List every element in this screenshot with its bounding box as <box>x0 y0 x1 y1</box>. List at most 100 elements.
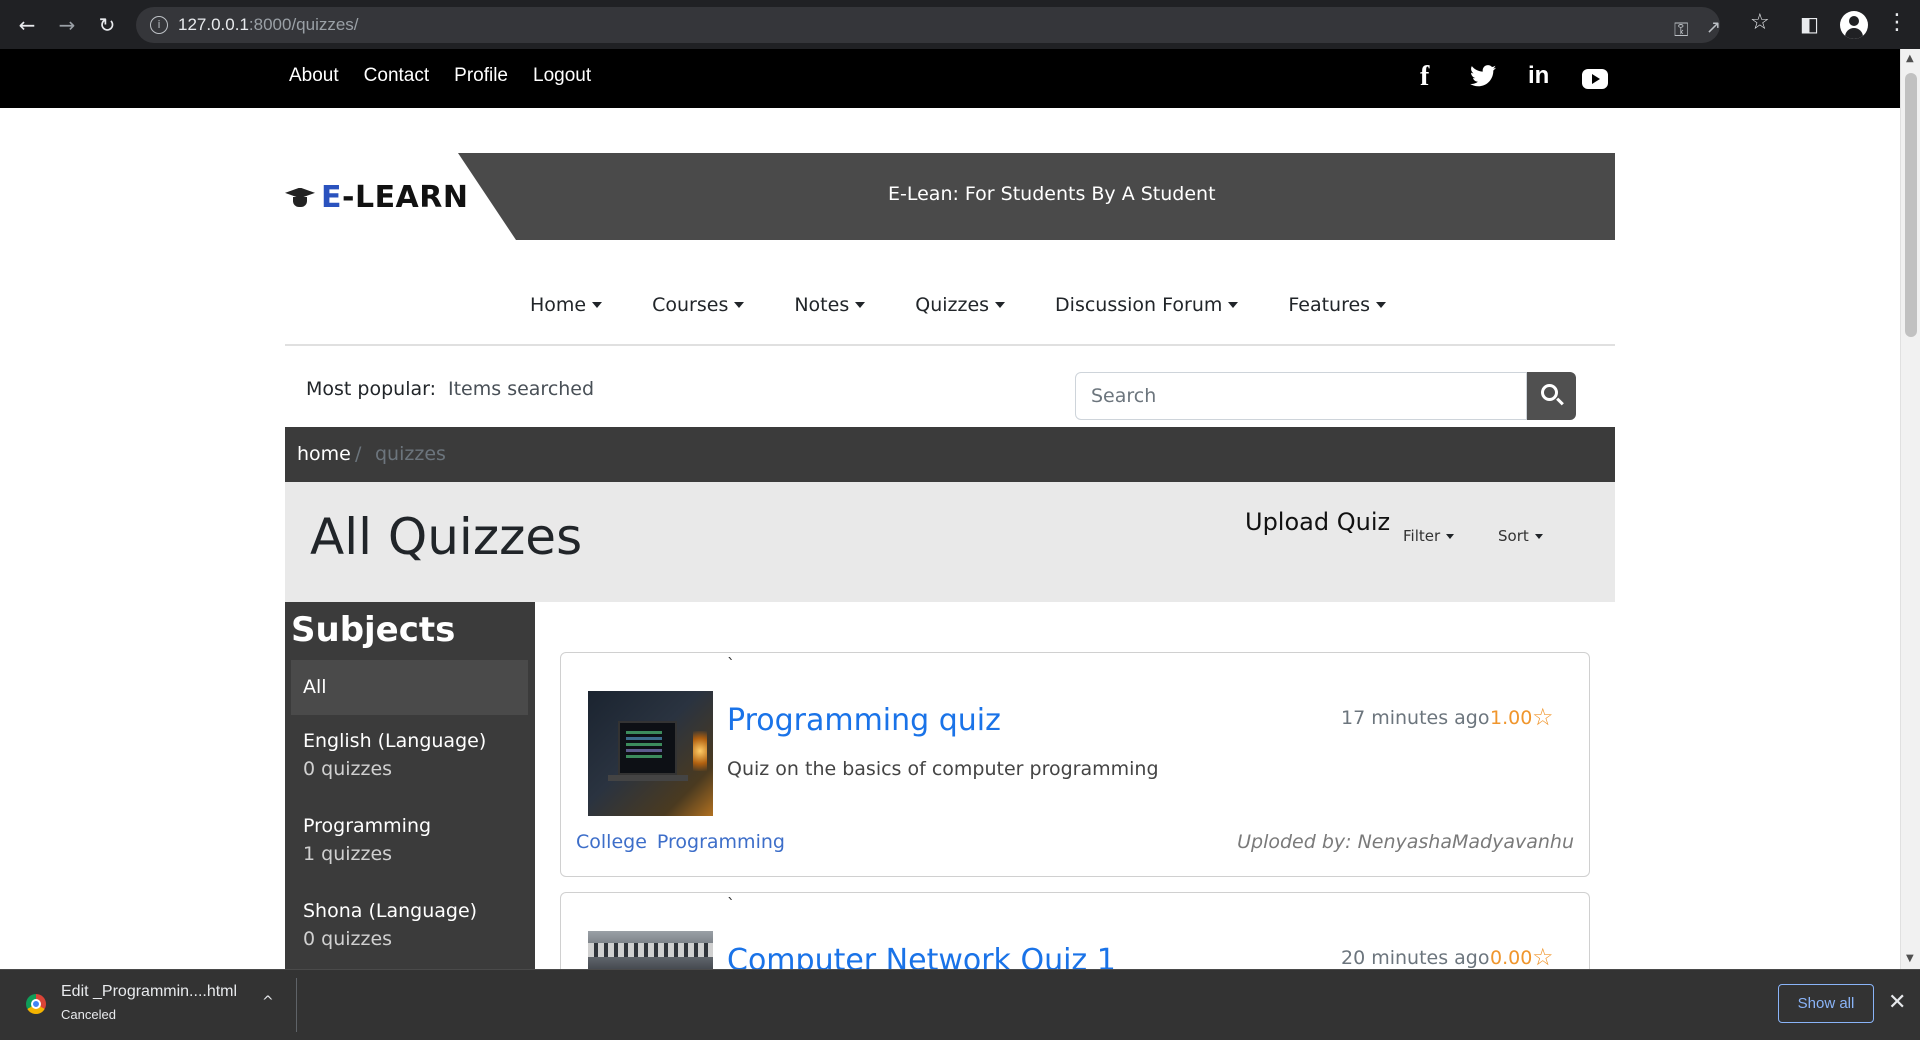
star-icon[interactable]: ☆ <box>1532 703 1554 731</box>
most-popular: Most popular: Items searched <box>306 378 594 400</box>
nav-discussion-forum-label: Discussion Forum <box>1055 294 1223 316</box>
top-links: About Contact Profile Logout <box>289 65 591 87</box>
nav-notes-label: Notes <box>794 294 850 316</box>
chevron-down-icon <box>995 302 1006 308</box>
chevron-up-icon[interactable]: ^ <box>262 994 274 1010</box>
nav-courses[interactable]: Courses <box>652 294 745 316</box>
chevron-down-icon <box>592 302 603 308</box>
upload-quiz-button[interactable]: Upload Quiz <box>1245 508 1390 536</box>
filter-dropdown[interactable]: Filter <box>1403 527 1455 545</box>
logout-link[interactable]: Logout <box>533 65 591 87</box>
download-status: Canceled <box>61 1007 116 1022</box>
quiz-title[interactable]: Computer Network Quiz 1 <box>727 943 1116 969</box>
quiz-rating: 0.00 <box>1490 947 1533 969</box>
code-lines <box>626 731 662 734</box>
browser-toolbar: ← → ↻ i 127.0.0.1:8000/quizzes/ ⚿ ↗ ☆ ◧ … <box>0 0 1920 49</box>
download-bar: Edit _Programmin....html Canceled ^ Show… <box>0 969 1920 1040</box>
url-text[interactable]: 127.0.0.1:8000/quizzes/ <box>178 15 359 35</box>
header-banner: E-Lean: For Students By A Student <box>458 153 1615 240</box>
scroll-down-arrow-icon[interactable]: ▼ <box>1906 953 1914 964</box>
facebook-icon[interactable]: f <box>1420 61 1429 93</box>
youtube-icon[interactable] <box>1582 69 1608 89</box>
subject-all-label: All <box>303 676 327 698</box>
most-popular-label: Most popular: <box>306 378 436 400</box>
nav-features-label: Features <box>1288 294 1371 316</box>
chevron-down-icon <box>1228 302 1239 308</box>
nav-quizzes-label: Quizzes <box>915 294 990 316</box>
tag-programming[interactable]: Programming <box>657 831 785 853</box>
breadcrumb: home / quizzes <box>285 427 1615 482</box>
subject-programming[interactable]: Programming 1 quizzes <box>303 815 431 865</box>
search-icon <box>1541 384 1558 401</box>
menu-dots-icon[interactable]: ⋮ <box>1886 10 1908 35</box>
sort-dropdown[interactable]: Sort <box>1498 527 1543 545</box>
close-icon[interactable]: ✕ <box>1888 990 1906 1015</box>
chevron-down-icon <box>734 302 745 308</box>
quiz-title[interactable]: Programming quiz <box>727 703 1001 738</box>
page-header: All Quizzes Upload Quiz Filter Sort <box>285 482 1615 602</box>
share-icon[interactable]: ↗ <box>1706 17 1721 38</box>
bookmark-star-icon[interactable]: ☆ <box>1750 10 1770 35</box>
search-button[interactable] <box>1527 372 1576 420</box>
nav-notes[interactable]: Notes <box>794 294 866 316</box>
most-popular-value[interactable]: Items searched <box>448 378 594 400</box>
quiz-thumbnail[interactable] <box>588 931 713 969</box>
quiz-thumbnail[interactable] <box>588 691 713 816</box>
breadcrumb-home[interactable]: home <box>297 443 351 465</box>
main-navigation: Home Courses Notes Quizzes Discussion Fo… <box>530 294 1436 316</box>
subject-english[interactable]: English (Language) 0 quizzes <box>303 730 486 780</box>
twitter-icon[interactable] <box>1470 65 1496 91</box>
subjects-sidebar: Subjects All English (Language) 0 quizze… <box>285 602 535 969</box>
filter-label: Filter <box>1403 527 1441 545</box>
scroll-up-arrow-icon[interactable]: ▲ <box>1906 53 1914 64</box>
side-panel-icon[interactable]: ◧ <box>1800 12 1819 36</box>
subject-all[interactable]: All <box>291 660 528 715</box>
subject-count: 0 quizzes <box>303 928 393 950</box>
show-all-button[interactable]: Show all <box>1778 984 1874 1023</box>
nav-home[interactable]: Home <box>530 294 603 316</box>
breadcrumb-current: quizzes <box>375 443 446 465</box>
nav-courses-label: Courses <box>652 294 729 316</box>
site-info-icon[interactable]: i <box>150 16 168 34</box>
reload-icon[interactable]: ↻ <box>94 12 120 38</box>
download-filename[interactable]: Edit _Programmin....html <box>61 983 237 1001</box>
about-link[interactable]: About <box>289 65 339 87</box>
sort-label: Sort <box>1498 527 1529 545</box>
key-icon[interactable]: ⚿ <box>1674 19 1688 41</box>
site-logo[interactable]: E-LEARN <box>285 180 469 215</box>
quiz-time: 17 minutes ago <box>1341 707 1490 729</box>
profile-avatar-icon[interactable] <box>1840 11 1868 39</box>
linkedin-icon[interactable]: in <box>1528 62 1549 90</box>
quiz-card: ` Programming quiz Quiz on the basics of… <box>560 652 1590 877</box>
star-icon[interactable]: ☆ <box>1532 943 1554 969</box>
page-title: All Quizzes <box>310 508 583 566</box>
top-bar: About Contact Profile Logout f in <box>0 49 1900 108</box>
scrollbar-thumb[interactable] <box>1905 73 1917 337</box>
nav-features[interactable]: Features <box>1288 294 1387 316</box>
page-scrollbar[interactable]: ▲ ▼ <box>1900 49 1920 969</box>
download-divider <box>296 978 297 1032</box>
search-input[interactable] <box>1075 372 1527 420</box>
profile-link[interactable]: Profile <box>454 65 508 87</box>
back-arrow-icon[interactable]: ← <box>14 12 40 38</box>
nav-divider <box>285 344 1615 346</box>
subject-name: Programming <box>303 815 432 837</box>
logo-text: E-LEARN <box>321 180 469 215</box>
chevron-down-icon <box>1534 534 1543 539</box>
quiz-card: ` Computer Network Quiz 1 20 minutes ago… <box>560 892 1590 969</box>
address-bar[interactable]: i 127.0.0.1:8000/quizzes/ ⚿ ↗ <box>136 7 1721 43</box>
quiz-uploader: Uploded by: NenyashaMadyavanhu <box>1237 831 1574 853</box>
quiz-rating: 1.00 <box>1490 707 1533 729</box>
graduation-cap-icon <box>285 185 315 211</box>
nav-home-label: Home <box>530 294 587 316</box>
chevron-down-icon <box>1446 534 1455 539</box>
subject-count: 0 quizzes <box>303 758 393 780</box>
tag-college[interactable]: College <box>576 831 647 853</box>
forward-arrow-icon[interactable]: → <box>54 12 80 38</box>
lamp-glow <box>693 731 707 771</box>
subject-shona[interactable]: Shona (Language) 0 quizzes <box>303 900 477 950</box>
nav-discussion-forum[interactable]: Discussion Forum <box>1055 294 1239 316</box>
nav-quizzes[interactable]: Quizzes <box>915 294 1006 316</box>
contact-link[interactable]: Contact <box>364 65 429 87</box>
quiz-time: 20 minutes ago <box>1341 947 1490 969</box>
